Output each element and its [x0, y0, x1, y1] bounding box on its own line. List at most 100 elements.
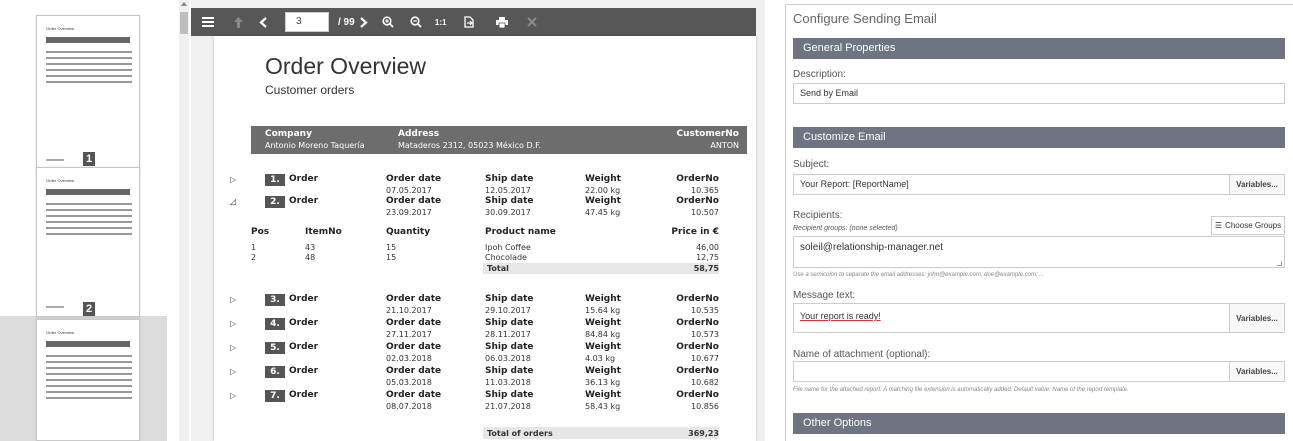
weight-label: Weight	[585, 390, 621, 400]
first-page-arrow-icon[interactable]	[225, 8, 251, 36]
report-title: Order Overview	[265, 53, 427, 79]
order-date-label: Order date	[386, 318, 442, 328]
order-number-badge: 1.	[265, 174, 285, 186]
report-page: Order Overview Customer orders Company A…	[214, 36, 756, 441]
subject-value: Your Report: [ReportName]	[800, 179, 909, 189]
close-icon[interactable]	[519, 8, 545, 36]
expand-order-icon[interactable]: ▷	[230, 295, 236, 304]
thumb-page-number: 2	[83, 302, 95, 316]
collapse-order-icon[interactable]: ◿	[230, 197, 236, 206]
page-thumbnail-1[interactable]: Order Overview 1	[36, 15, 140, 175]
recipients-hint: Use a semicolon to separate the email ad…	[793, 272, 1045, 278]
thumb-line	[46, 361, 132, 363]
actual-size-button[interactable]: 1:1	[429, 8, 453, 36]
thumb-line	[46, 221, 132, 223]
page-thumbnail-2[interactable]: Order Overview 2	[36, 167, 140, 317]
order-date-label: Order date	[386, 174, 442, 184]
thumb-header-bar	[46, 341, 130, 347]
ship-date-label: Ship date	[485, 390, 534, 400]
items-total-bar	[483, 263, 719, 274]
previous-page-icon[interactable]	[251, 8, 275, 36]
scrollbar-thumb[interactable]	[180, 12, 188, 34]
item-cell: 15	[386, 253, 397, 262]
thumbnail-panel: Order Overview 1 Order Overview 2 Order …	[0, 0, 178, 441]
ship-date-label: Ship date	[485, 318, 534, 328]
orderno-label: OrderNo	[676, 318, 719, 328]
ship-date-value: 29.10.2017	[485, 306, 531, 315]
ship-date-label: Ship date	[485, 196, 534, 206]
items-header-pos: Pos	[251, 227, 270, 237]
recipients-value: soleil@relationship-manager.net	[800, 242, 944, 253]
ship-date-label: Ship date	[485, 294, 534, 304]
thumb-line	[46, 69, 132, 71]
expand-order-icon[interactable]: ▷	[230, 175, 236, 184]
resize-handle-icon[interactable]	[1277, 261, 1282, 266]
zoom-out-icon[interactable]	[403, 8, 429, 36]
customerno-value: ANTON	[710, 141, 739, 150]
expand-order-icon[interactable]: ▷	[230, 367, 236, 376]
ship-date-value: 30.09.2017	[485, 208, 531, 217]
list-icon: ☰	[1214, 221, 1223, 230]
order-date-label: Order date	[386, 196, 442, 206]
next-page-icon[interactable]	[355, 8, 373, 36]
weight-value: 47.45 kg	[585, 208, 621, 217]
weight-value: 22.00 kg	[585, 186, 621, 195]
expand-order-icon[interactable]: ▷	[230, 391, 236, 400]
page-number-input[interactable]: 3	[285, 12, 329, 32]
order-label: Order	[289, 366, 319, 376]
message-variables-button[interactable]: Variables...	[1229, 304, 1284, 332]
orderno-value: 10.507	[691, 208, 719, 217]
thumb-header-bar	[46, 37, 130, 43]
weight-label: Weight	[585, 174, 621, 184]
item-cell: 46,00	[696, 243, 719, 252]
scroll-up-arrow-icon[interactable]	[181, 2, 187, 6]
message-label: Message text:	[793, 290, 856, 301]
order-date-value: 21.10.2017	[386, 306, 432, 315]
order-label: Order	[289, 342, 319, 352]
ship-date-label: Ship date	[485, 342, 534, 352]
expand-order-icon[interactable]: ▷	[230, 343, 236, 352]
expand-order-icon[interactable]: ▷	[230, 319, 236, 328]
subject-input[interactable]: Your Report: [ReportName] Variables...	[793, 174, 1285, 195]
message-textarea[interactable]: Your report is ready! Variables...	[793, 303, 1285, 333]
company-value: Antonio Moreno Taquería	[265, 141, 365, 150]
thumb-title: Order Overview	[46, 330, 75, 335]
thumb-line	[46, 367, 132, 369]
orderno-value: 10.856	[691, 402, 719, 411]
thumb-line	[46, 51, 132, 53]
attachment-input[interactable]: Variables...	[793, 361, 1285, 382]
app-root: Order Overview 1 Order Overview 2 Order …	[0, 0, 1293, 441]
attachment-variables-button[interactable]: Variables...	[1229, 362, 1284, 381]
ship-date-label: Ship date	[485, 366, 534, 376]
item-cell: Chocolade	[485, 253, 527, 262]
report-viewer: 3 / 99 1:1 Order Overview Customer order…	[191, 0, 765, 441]
print-icon[interactable]	[485, 8, 519, 36]
zoom-in-icon[interactable]	[373, 8, 403, 36]
thumbnail-scrollbar[interactable]	[179, 0, 189, 441]
item-cell: 12,75	[696, 253, 719, 262]
recipients-label: Recipients:	[793, 210, 843, 221]
recipient-groups-text: Recipient groups: (none selected)	[793, 225, 898, 232]
orderno-label: OrderNo	[676, 342, 719, 352]
subject-variables-button[interactable]: Variables...	[1229, 175, 1284, 194]
thumb-line	[46, 355, 132, 357]
weight-label: Weight	[585, 342, 621, 352]
recipients-textarea[interactable]: soleil@relationship-manager.net	[793, 236, 1285, 268]
item-cell: 48	[305, 253, 316, 262]
order-label: Order	[289, 318, 319, 328]
order-number-badge: 6.	[265, 366, 285, 378]
customize-email-section[interactable]: Customize Email	[793, 127, 1285, 148]
thumb-title: Order Overview	[46, 26, 75, 31]
general-properties-section[interactable]: General Properties	[793, 38, 1285, 59]
page-thumbnail-3[interactable]: Order Overview	[36, 319, 140, 441]
choose-groups-button[interactable]: ☰ Choose Groups	[1211, 216, 1285, 235]
description-input[interactable]: Send by Email	[793, 83, 1285, 104]
export-icon[interactable]	[453, 8, 485, 36]
menu-icon[interactable]	[191, 8, 225, 36]
order-number-badge: 4.	[265, 318, 285, 330]
thumb-title: Order Overview	[46, 178, 75, 183]
thumb-footer	[46, 306, 64, 308]
order-date-value: 27.11.2017	[386, 330, 432, 339]
other-options-section[interactable]: Other Options	[793, 413, 1285, 434]
ship-date-label: Ship date	[485, 174, 534, 184]
